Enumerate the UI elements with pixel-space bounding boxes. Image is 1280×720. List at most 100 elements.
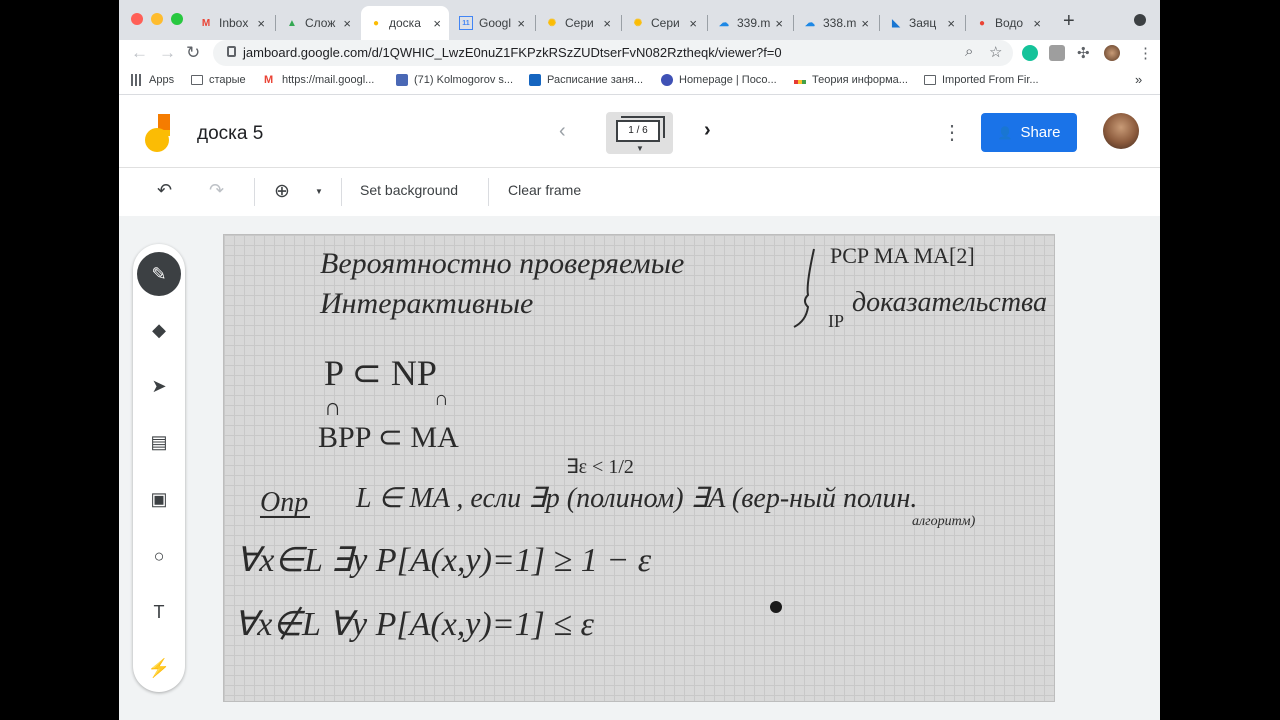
url-text[interactable]: jamboard.google.com/d/1QWHIC_LwzE0nuZ1FK…	[243, 45, 782, 60]
grammarly-extension-icon[interactable]	[1022, 45, 1038, 61]
intersection-symbol-right: ∩	[434, 388, 448, 410]
pen-icon: ✎	[151, 263, 167, 284]
zoom-dropdown-icon[interactable]: ▼	[315, 187, 323, 196]
reload-icon[interactable]: ↻	[186, 43, 200, 63]
next-frame-button[interactable]: ›	[704, 119, 711, 142]
close-tab-icon[interactable]: ×	[689, 16, 697, 31]
maps-icon: ●	[978, 17, 986, 29]
tab-series-1[interactable]: ✺ Сери ×	[537, 6, 619, 40]
close-tab-icon[interactable]: ×	[433, 16, 441, 31]
bpp-subset-ma: BPP ⊂ MA	[318, 421, 459, 454]
address-bar[interactable]: jamboard.google.com/d/1QWHIC_LwzE0nuZ1FK…	[213, 40, 1013, 66]
redo-icon[interactable]: ↷	[209, 180, 224, 201]
document-title[interactable]: доска 5	[197, 123, 263, 145]
avatar[interactable]	[1103, 113, 1139, 149]
close-tab-icon[interactable]: ×	[1033, 16, 1041, 31]
canvas-area: ✎ ◆ ➤ ▤ ▣ ○ T ⚡ Вероятностно проверяемые…	[119, 216, 1160, 720]
close-tab-icon[interactable]: ×	[603, 16, 611, 31]
tab-338[interactable]: ☁ 338.m ×	[795, 6, 877, 40]
close-tab-icon[interactable]: ×	[257, 16, 265, 31]
bookmark-kolmogorov[interactable]: (71) Kolmogorov s...	[396, 74, 513, 86]
select-tool-button[interactable]: ➤	[137, 364, 181, 408]
close-tab-icon[interactable]: ×	[343, 16, 351, 31]
laser-icon: ⚡	[147, 657, 171, 678]
tab-inbox[interactable]: M Inbox ×	[191, 6, 273, 40]
close-window-button[interactable]	[131, 13, 143, 25]
bookmark-info-theory[interactable]: Теория информа...	[794, 74, 908, 86]
close-tab-icon[interactable]: ×	[517, 16, 525, 31]
jamboard-logo[interactable]	[144, 112, 174, 152]
condition-x-in-l: ∀x∈L ∃y P[A(x,y)=1] ≥ 1 − ε	[236, 542, 652, 579]
intersection-symbol-left: ∩	[324, 395, 341, 421]
browser-window: M Inbox × ▲ Слож × ● доска × 11 Googl × …	[119, 0, 1160, 720]
bookmarks-overflow-button[interactable]: »	[1135, 72, 1142, 87]
handwriting-layer: Вероятностно проверяемые Интерактивные P…	[234, 243, 1047, 643]
textbox-icon: T	[153, 601, 165, 622]
word-proofs: доказательства	[852, 287, 1047, 318]
bookmark-homepage[interactable]: Homepage | Посо...	[661, 74, 777, 86]
sticky-note-tool-button[interactable]: ▤	[137, 420, 181, 464]
tool-palette: ✎ ◆ ➤ ▤ ▣ ○ T ⚡	[133, 244, 185, 692]
tab-zayats[interactable]: ◣ Заяц ×	[881, 6, 963, 40]
chevron-down-icon: ▼	[636, 144, 644, 153]
epsilon-condition: ∃ε < 1/2	[566, 456, 634, 478]
forward-icon[interactable]: →	[159, 43, 176, 63]
minimize-window-button[interactable]	[151, 13, 163, 25]
jamboard-header: доска 5 ‹ 1 / 6 ▼ › ⋮ 👤 Share	[119, 96, 1160, 168]
bookmark-star-icon[interactable]: ☆	[989, 43, 1002, 61]
share-button[interactable]: 👤 Share	[981, 113, 1077, 152]
tab-search-icon[interactable]	[1134, 14, 1146, 26]
zoom-icon[interactable]: ⌕	[965, 43, 973, 60]
tab-calendar[interactable]: 11 Googl ×	[451, 6, 533, 40]
eraser-tool-button[interactable]: ◆	[137, 308, 181, 352]
extension-icon[interactable]	[1049, 45, 1065, 61]
more-options-icon[interactable]: ⋮	[942, 120, 962, 145]
image-tool-button[interactable]: ▣	[137, 477, 181, 521]
definition-text: L ∈ MA , если ∃p (полином) ∃A (вер-ный п…	[355, 483, 917, 514]
definition-text-continued: алгоритм)	[912, 514, 976, 529]
tab-vodo[interactable]: ● Водо ×	[967, 6, 1049, 40]
browser-menu-icon[interactable]: ⋮	[1138, 44, 1153, 62]
new-tab-button[interactable]: +	[1063, 10, 1075, 33]
dots-icon	[794, 80, 806, 84]
bookmark-folder-old[interactable]: старые	[191, 74, 246, 86]
calendar-icon	[529, 74, 541, 86]
textbox-tool-button[interactable]: T	[137, 590, 181, 634]
zoom-in-icon[interactable]: ⊕	[274, 180, 290, 203]
back-icon[interactable]: ←	[131, 43, 148, 63]
cloud-icon: ☁	[805, 17, 815, 29]
gmail-icon: M	[201, 17, 211, 29]
clear-frame-button[interactable]: Clear frame	[508, 182, 581, 198]
profile-avatar[interactable]	[1104, 45, 1120, 61]
tab-drive[interactable]: ▲ Слож ×	[277, 6, 359, 40]
circle-tool-button[interactable]: ○	[137, 534, 181, 578]
bookmark-imported[interactable]: Imported From Fir...	[924, 74, 1039, 86]
undo-icon[interactable]: ↶	[157, 180, 172, 201]
laser-tool-button[interactable]: ⚡	[137, 646, 181, 690]
frame-bar-button[interactable]: 1 / 6 ▼	[606, 112, 673, 154]
pen-tool-button[interactable]: ✎	[137, 252, 181, 296]
extensions-puzzle-icon[interactable]: ✣	[1077, 44, 1090, 62]
previous-frame-button[interactable]: ‹	[559, 120, 566, 143]
whiteboard-frame[interactable]: Вероятностно проверяемые Интерактивные P…	[223, 234, 1055, 702]
tab-series-2[interactable]: ✺ Сери ×	[623, 6, 705, 40]
jamboard-icon: ●	[372, 17, 380, 29]
class-ip: IP	[828, 311, 844, 331]
jamboard-icon: ✺	[547, 17, 557, 29]
calendar-icon: 11	[459, 16, 473, 30]
tab-339[interactable]: ☁ 339.m ×	[709, 6, 791, 40]
eraser-icon: ◆	[152, 319, 166, 340]
drive-icon: ▲	[287, 17, 297, 29]
close-tab-icon[interactable]: ×	[861, 16, 869, 31]
bookmark-apps[interactable]: Apps	[131, 74, 174, 86]
set-background-button[interactable]: Set background	[360, 182, 458, 198]
p-subset-np: P ⊂ NP	[324, 353, 437, 393]
bookmark-schedule[interactable]: Расписание заня...	[529, 74, 643, 86]
bookmark-gmail[interactable]: M https://mail.googl...	[264, 74, 374, 86]
maximize-window-button[interactable]	[171, 13, 183, 25]
close-tab-icon[interactable]: ×	[775, 16, 783, 31]
close-tab-icon[interactable]: ×	[947, 16, 955, 31]
tab-jamboard-active[interactable]: ● доска ×	[361, 6, 449, 40]
globe-icon	[661, 74, 673, 86]
folder-icon	[191, 75, 203, 85]
